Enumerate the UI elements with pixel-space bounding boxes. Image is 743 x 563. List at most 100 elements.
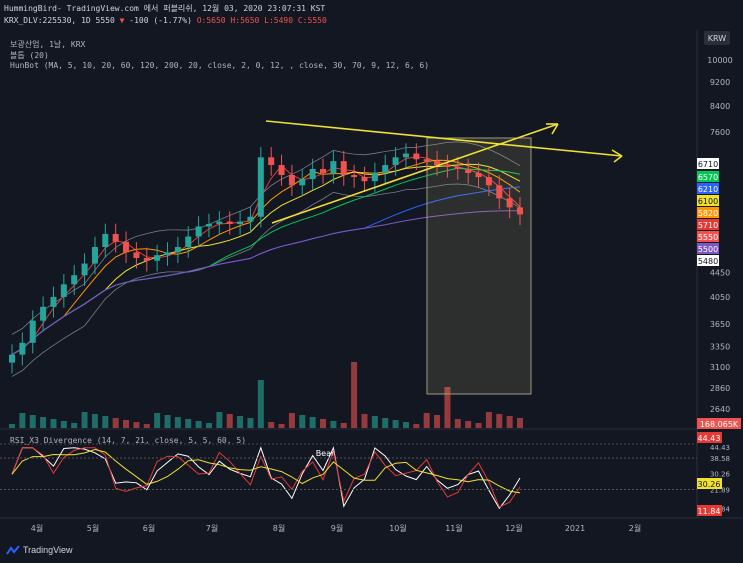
volume-bar [340, 423, 347, 428]
volume-bar [247, 418, 254, 428]
price-label-text: 5480 [698, 257, 718, 266]
x-tick-label: 9월 [331, 523, 343, 533]
volume-bar [154, 413, 161, 428]
price-label-text: 6210 [698, 185, 718, 194]
candle-body [216, 221, 223, 224]
volume-bar [413, 424, 420, 428]
candle-body [288, 174, 295, 186]
y-tick-label: 4450 [710, 268, 730, 277]
x-tick-label: 8월 [273, 523, 285, 533]
candle-body [81, 263, 88, 276]
candle-body [102, 233, 109, 248]
volume-bar [320, 419, 327, 428]
y-tick-label: 2860 [710, 384, 730, 393]
x-tick-label: 2월 [629, 523, 641, 533]
volume-bar [278, 424, 285, 428]
volume-bar [29, 415, 36, 428]
y-tick-label: 7600 [710, 128, 730, 137]
price-label-text: 5500 [698, 245, 718, 254]
y-tick-label: 9200 [710, 78, 730, 87]
volume-bar [91, 414, 98, 428]
volume-bar [485, 412, 492, 428]
candle-body [123, 241, 130, 253]
x-tick-label: 10월 [389, 523, 407, 533]
volume-label-text: 168.065K [700, 420, 739, 429]
rsi-tick-label: 30.26 [710, 471, 731, 479]
x-tick-label: 5월 [87, 523, 99, 533]
volume-bar [205, 423, 212, 428]
price-label-text: 6710 [698, 160, 718, 169]
volume-bar [40, 417, 47, 428]
candle-body [40, 306, 47, 321]
currency-label: KRW [708, 34, 726, 43]
rsi-line [11, 446, 521, 510]
volume-bar [434, 415, 441, 428]
volume-bar [226, 414, 233, 428]
volume-bar [361, 414, 368, 428]
candle-body [154, 255, 161, 261]
volume-bar [123, 420, 130, 428]
volume-bar [330, 421, 337, 428]
candle-body [164, 252, 171, 256]
candle-body [60, 284, 67, 297]
y-tick-label: 3650 [710, 320, 730, 329]
candle-body [205, 223, 212, 227]
candle-body [278, 165, 285, 175]
volume-bar [185, 419, 192, 428]
candle-body [382, 165, 389, 173]
candle-body [465, 168, 472, 173]
volume-bar [371, 416, 378, 428]
volume-bar [50, 419, 57, 428]
candle-body [309, 168, 316, 180]
price-label-text: 6100 [698, 197, 718, 206]
candle-body [371, 172, 378, 182]
candle-body [485, 177, 492, 186]
trendline-arrowhead-2 [613, 155, 623, 163]
x-tick-label: 2021 [565, 524, 585, 533]
volume-bar [382, 418, 389, 428]
candle-body [475, 172, 482, 178]
volume-bar [237, 416, 244, 428]
volume-bar [268, 422, 275, 428]
volume-bar [9, 424, 15, 428]
candle-body [29, 320, 36, 343]
candle-body [444, 165, 451, 167]
candle-body [413, 153, 420, 160]
volume-bar [195, 421, 202, 428]
candle-body [9, 354, 15, 363]
candle-body [506, 198, 513, 208]
volume-bar [402, 422, 409, 428]
volume-bar [257, 380, 264, 428]
volume-bar [19, 413, 26, 428]
volume-bar [71, 423, 78, 428]
volume-bar [143, 424, 150, 428]
price-chart[interactable]: 10000 9200 8400 7600 4450 4050 3650 3350 3100 286… [0, 0, 743, 563]
volume-bar [174, 417, 181, 428]
candle-body [351, 174, 358, 178]
candle-body [185, 236, 192, 248]
candle-body [257, 157, 264, 217]
tradingview-text: TradingView [23, 545, 73, 555]
volume-bar [299, 415, 306, 428]
y-tick-label: 3350 [710, 343, 730, 352]
x-tick-label: 12월 [505, 523, 523, 533]
volume-bar [133, 422, 140, 428]
volume-bar [496, 414, 503, 428]
y-tick-label: 4050 [710, 293, 730, 302]
candle-body [143, 257, 150, 261]
price-label-text: 5710 [698, 221, 718, 230]
tradingview-branding[interactable]: TradingView [6, 545, 73, 555]
candle-body [340, 161, 347, 175]
candle-body [226, 221, 233, 224]
x-tick-label: 11월 [445, 523, 463, 533]
volume-bar [454, 419, 461, 428]
x-tick-label: 6월 [143, 523, 155, 533]
volume-bar [164, 415, 171, 428]
candle-body [133, 252, 140, 258]
x-tick-label: 4월 [31, 523, 43, 533]
candle-body [247, 216, 254, 222]
rsi-line [11, 448, 521, 494]
tradingview-logo-icon [6, 545, 20, 555]
candle-body [402, 153, 409, 158]
candle-body [454, 166, 461, 169]
